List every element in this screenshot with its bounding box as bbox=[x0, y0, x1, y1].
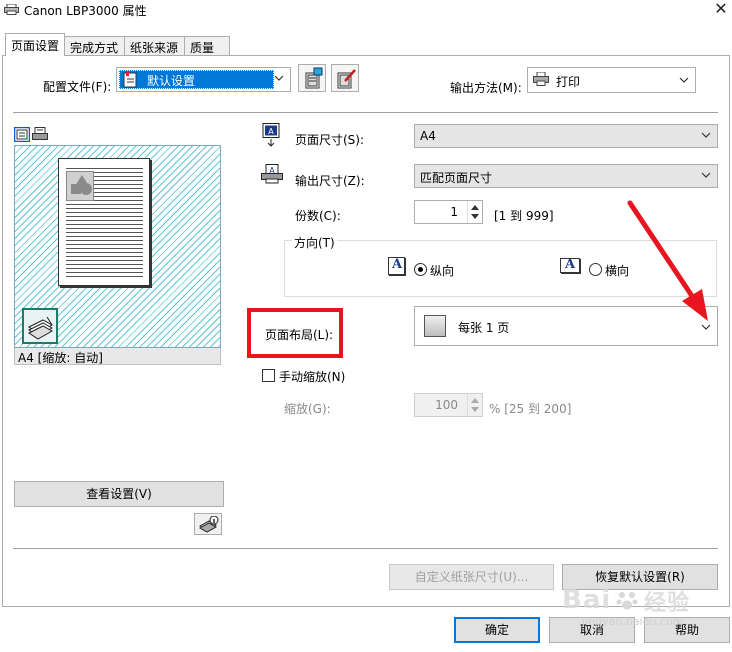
page-preview bbox=[14, 145, 221, 348]
custom-paper-size-button[interactable]: 自定义纸张尺寸(U)... bbox=[389, 564, 554, 590]
spin-up-icon[interactable] bbox=[471, 204, 479, 210]
ok-button[interactable]: 确定 bbox=[454, 617, 540, 643]
edit-profile-icon bbox=[337, 69, 356, 89]
preview-page bbox=[58, 158, 150, 286]
tab-label: 质量 bbox=[190, 41, 215, 55]
printer-icon bbox=[4, 4, 19, 15]
portrait-radio[interactable] bbox=[414, 263, 427, 276]
output-method-value: 打印 bbox=[556, 75, 581, 89]
portrait-label: 纵向 bbox=[430, 264, 455, 278]
page-layout-icon bbox=[424, 315, 446, 337]
close-button[interactable]: ✕ bbox=[710, 0, 732, 18]
preview-image bbox=[66, 171, 94, 201]
chevron-down-icon bbox=[701, 172, 711, 178]
paper-stack-icon bbox=[22, 308, 58, 344]
tab-paper-source[interactable]: 纸张来源 bbox=[124, 36, 185, 55]
separator bbox=[13, 112, 718, 113]
portrait-icon: A bbox=[388, 257, 405, 275]
page-size-label: 页面尺寸(S): bbox=[295, 133, 365, 147]
profile-label: 配置文件(F): bbox=[43, 80, 112, 94]
scaling-spinner[interactable]: 100 bbox=[414, 393, 483, 417]
copies-spin-buttons[interactable] bbox=[467, 201, 482, 223]
title-bar: Canon LBP3000 属性 ✕ bbox=[0, 0, 732, 20]
output-size-combo[interactable]: 匹配页面尺寸 bbox=[414, 164, 718, 188]
help-button[interactable]: 帮助 bbox=[644, 617, 730, 643]
landscape-glyph: A bbox=[565, 257, 576, 272]
tab-label: 完成方式 bbox=[70, 41, 119, 55]
tab-quality[interactable]: 质量 bbox=[184, 36, 230, 55]
chevron-down-icon bbox=[679, 77, 689, 83]
manual-scaling-label: 手动缩放(N) bbox=[279, 370, 346, 384]
page-view-icon[interactable] bbox=[14, 127, 30, 142]
output-size-icon: A bbox=[261, 164, 283, 184]
copies-spinner[interactable]: 1 bbox=[414, 200, 483, 224]
profile-icon bbox=[123, 71, 137, 88]
preview-status: A4 [缩放: 自动] bbox=[18, 351, 103, 365]
chevron-down-icon bbox=[274, 75, 284, 81]
output-size-label: 输出尺寸(Z): bbox=[295, 174, 365, 188]
landscape-icon: A bbox=[560, 257, 580, 273]
scaling-label: 缩放(G): bbox=[284, 402, 331, 416]
view-settings-button[interactable]: 查看设置(V) bbox=[14, 481, 224, 507]
spin-down-icon[interactable] bbox=[471, 407, 479, 413]
edit-profile-button[interactable] bbox=[331, 64, 359, 92]
tab-label: 页面设置 bbox=[11, 39, 60, 53]
printer-info-button[interactable] bbox=[194, 513, 222, 535]
spin-down-icon[interactable] bbox=[471, 214, 479, 220]
stack-glyph bbox=[28, 316, 54, 340]
copies-value: 1 bbox=[450, 205, 458, 219]
profile-combo[interactable]: 默认设置 bbox=[116, 67, 291, 92]
cancel-button[interactable]: 取消 bbox=[549, 617, 635, 643]
scaling-value: 100 bbox=[435, 398, 458, 412]
page-layout-label: 页面布局(L): bbox=[265, 328, 334, 342]
output-method-combo[interactable]: 打印 bbox=[527, 67, 696, 93]
printer-view-icon[interactable] bbox=[32, 127, 48, 142]
add-profile-icon bbox=[305, 67, 323, 89]
spin-up-icon[interactable] bbox=[471, 397, 479, 403]
manual-scaling-checkbox[interactable] bbox=[262, 369, 275, 382]
printer-info-icon bbox=[199, 516, 219, 533]
copies-label: 份数(C): bbox=[295, 209, 341, 223]
chevron-down-icon bbox=[701, 132, 711, 138]
page-size-combo[interactable]: A4 bbox=[414, 124, 718, 148]
window-title: Canon LBP3000 属性 bbox=[24, 4, 147, 18]
scaling-range: % [25 到 200] bbox=[489, 402, 572, 416]
printer-icon bbox=[533, 72, 549, 86]
copies-range: [1 到 999] bbox=[494, 209, 554, 223]
output-size-value: 匹配页面尺寸 bbox=[420, 171, 493, 185]
page-layout-value: 每张 1 页 bbox=[458, 321, 510, 335]
svg-text:A: A bbox=[268, 127, 274, 136]
page-size-icon: A bbox=[262, 123, 280, 147]
scaling-spin-buttons[interactable] bbox=[467, 394, 482, 416]
profile-value: 默认设置 bbox=[147, 74, 196, 88]
profile-selection bbox=[119, 70, 274, 89]
landscape-radio[interactable] bbox=[589, 263, 602, 276]
tab-label: 纸张来源 bbox=[130, 41, 179, 55]
portrait-glyph: A bbox=[392, 257, 403, 272]
tab-finishing[interactable]: 完成方式 bbox=[64, 36, 125, 55]
tab-page-setup[interactable]: 页面设置 bbox=[5, 33, 65, 56]
separator bbox=[13, 548, 718, 549]
output-method-label: 输出方法(M): bbox=[450, 81, 522, 95]
orientation-label: 方向(T) bbox=[292, 234, 337, 251]
restore-defaults-button[interactable]: 恢复默认设置(R) bbox=[562, 564, 718, 590]
annotation-arrow bbox=[627, 200, 708, 321]
preview-status-bar: A4 [缩放: 自动] bbox=[14, 348, 221, 365]
page-size-value: A4 bbox=[420, 129, 436, 143]
add-profile-button[interactable] bbox=[298, 64, 326, 92]
